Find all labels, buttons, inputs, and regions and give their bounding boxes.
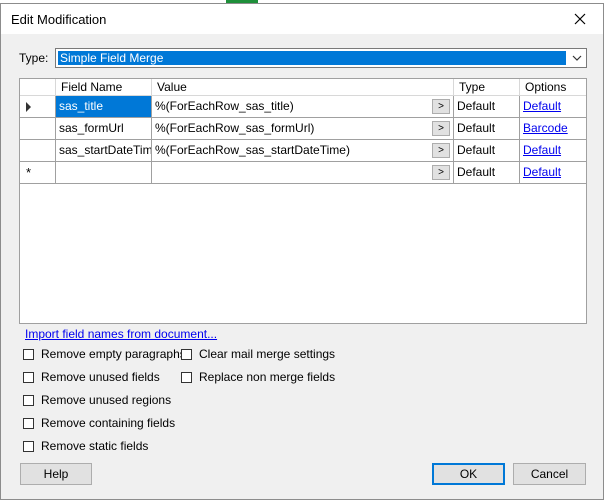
- column-header-options[interactable]: Options: [520, 79, 586, 96]
- type-cell[interactable]: Default: [454, 96, 520, 118]
- chevron-down-icon: [572, 55, 582, 61]
- edit-modification-dialog: Edit Modification Type: Simple Field Mer…: [0, 3, 604, 500]
- close-icon: [574, 13, 586, 25]
- checkbox-box[interactable]: [181, 371, 192, 383]
- row-header[interactable]: [20, 118, 56, 140]
- remove-unused-regions-checkbox[interactable]: Remove unused regions: [23, 393, 171, 407]
- type-cell[interactable]: Default: [454, 140, 520, 162]
- options-link[interactable]: Default: [523, 99, 561, 113]
- table-row[interactable]: sas_title %(ForEachRow_sas_title) > Defau…: [20, 96, 586, 118]
- field-mapping-grid[interactable]: Field Name Value Type Options sas_title …: [19, 78, 587, 324]
- dialog-title: Edit Modification: [11, 12, 107, 27]
- options-link[interactable]: Barcode: [523, 121, 568, 135]
- checkbox-label: Remove empty paragraphs: [41, 347, 186, 361]
- help-button[interactable]: Help: [20, 463, 92, 485]
- value-browse-button[interactable]: >: [432, 121, 450, 136]
- column-header-value[interactable]: Value: [152, 79, 454, 96]
- type-cell[interactable]: Default: [454, 118, 520, 140]
- checkbox-label: Remove unused fields: [41, 370, 160, 384]
- title-bar: Edit Modification: [1, 4, 603, 34]
- grid-header-row: Field Name Value Type Options: [20, 79, 586, 96]
- options-cell[interactable]: Default: [520, 140, 586, 162]
- value-text: %(ForEachRow_sas_formUrl): [155, 121, 315, 135]
- checkbox-box[interactable]: [23, 440, 34, 452]
- remove-containing-fields-checkbox[interactable]: Remove containing fields: [23, 416, 175, 430]
- import-field-names-link[interactable]: Import field names from document...: [25, 327, 217, 341]
- value-cell[interactable]: %(ForEachRow_sas_formUrl) >: [152, 118, 454, 140]
- cancel-button[interactable]: Cancel: [513, 463, 586, 485]
- remove-empty-paragraphs-checkbox[interactable]: Remove empty paragraphs: [23, 347, 186, 361]
- options-cell[interactable]: Default: [520, 162, 586, 184]
- value-text: %(ForEachRow_sas_title): [155, 99, 294, 113]
- checkbox-box[interactable]: [181, 348, 192, 360]
- field-name-cell[interactable]: sas_startDateTime: [56, 140, 152, 162]
- row-header-corner: [20, 79, 56, 96]
- current-row-pointer-icon: [26, 102, 31, 112]
- checkbox-box[interactable]: [23, 371, 34, 383]
- options-cell[interactable]: Barcode: [520, 118, 586, 140]
- row-header[interactable]: [20, 140, 56, 162]
- checkbox-box[interactable]: [23, 417, 34, 429]
- checkbox-label: Remove unused regions: [41, 393, 172, 407]
- table-row[interactable]: sas_startDateTime %(ForEachRow_sas_start…: [20, 140, 586, 162]
- ok-button[interactable]: OK: [432, 463, 505, 485]
- column-header-type[interactable]: Type: [454, 79, 520, 96]
- options-link[interactable]: Default: [523, 165, 561, 179]
- value-text: %(ForEachRow_sas_startDateTime): [155, 143, 350, 157]
- close-button[interactable]: [565, 7, 595, 31]
- options-cell[interactable]: Default: [520, 96, 586, 118]
- type-selected-value: Simple Field Merge: [58, 51, 566, 65]
- checkbox-label: Remove containing fields: [41, 416, 176, 430]
- row-header[interactable]: *: [20, 162, 56, 184]
- value-cell[interactable]: %(ForEachRow_sas_title) >: [152, 96, 454, 118]
- checkbox-box[interactable]: [23, 348, 34, 360]
- value-cell[interactable]: >: [152, 162, 454, 184]
- replace-non-merge-fields-checkbox[interactable]: Replace non merge fields: [181, 370, 335, 384]
- type-dropdown[interactable]: Simple Field Merge: [55, 48, 587, 68]
- clear-mail-merge-settings-checkbox[interactable]: Clear mail merge settings: [181, 347, 335, 361]
- new-row-marker: *: [26, 165, 32, 180]
- field-name-cell[interactable]: sas_title: [56, 96, 152, 118]
- checkbox-label: Remove static fields: [41, 439, 149, 453]
- field-name-cell[interactable]: sas_formUrl: [56, 118, 152, 140]
- value-browse-button[interactable]: >: [432, 165, 450, 180]
- checkbox-label: Replace non merge fields: [199, 370, 336, 384]
- checkbox-label: Clear mail merge settings: [199, 347, 336, 361]
- type-cell[interactable]: Default: [454, 162, 520, 184]
- table-row[interactable]: sas_formUrl %(ForEachRow_sas_formUrl) > D…: [20, 118, 586, 140]
- value-browse-button[interactable]: >: [432, 99, 450, 114]
- column-header-field-name[interactable]: Field Name: [56, 79, 152, 96]
- remove-static-fields-checkbox[interactable]: Remove static fields: [23, 439, 148, 453]
- remove-unused-fields-checkbox[interactable]: Remove unused fields: [23, 370, 160, 384]
- table-row-new[interactable]: * > Default Default: [20, 162, 586, 184]
- field-name-cell[interactable]: [56, 162, 152, 184]
- value-browse-button[interactable]: >: [432, 143, 450, 158]
- row-header[interactable]: [20, 96, 56, 118]
- value-cell[interactable]: %(ForEachRow_sas_startDateTime) >: [152, 140, 454, 162]
- options-link[interactable]: Default: [523, 143, 561, 157]
- checkbox-box[interactable]: [23, 394, 34, 406]
- type-label: Type:: [19, 51, 49, 65]
